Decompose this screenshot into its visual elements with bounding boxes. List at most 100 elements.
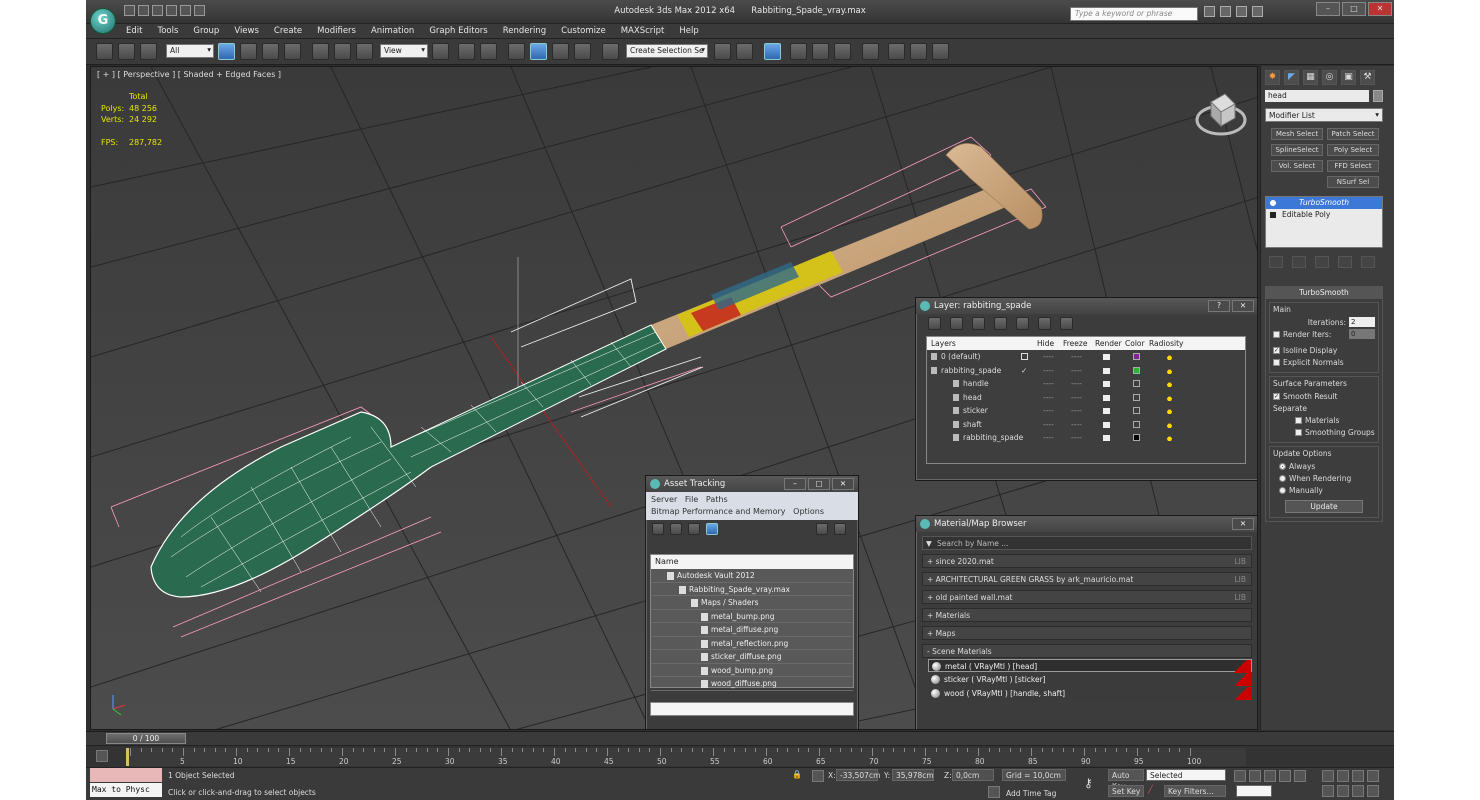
- layer-name[interactable]: head: [963, 391, 982, 405]
- render-iters-checkbox[interactable]: [1273, 330, 1280, 338]
- mini-curve-editor-icon[interactable]: [96, 750, 108, 762]
- menu-edit[interactable]: Edit: [126, 26, 142, 36]
- asset-menu-options[interactable]: Options: [793, 507, 824, 516]
- asset-row[interactable]: wood_bump.png: [651, 664, 853, 677]
- pan-icon[interactable]: [1337, 785, 1349, 797]
- help-icon[interactable]: [1252, 6, 1263, 17]
- material-close-button[interactable]: ✕: [1232, 518, 1254, 530]
- unlink-icon[interactable]: [118, 43, 135, 60]
- radiosity-icon[interactable]: [1165, 393, 1174, 401]
- z-coordinate-field[interactable]: 0,0cm: [952, 769, 994, 781]
- menu-rendering[interactable]: Rendering: [503, 26, 546, 36]
- asset-close-button[interactable]: ✕: [832, 478, 854, 490]
- rendered-frame-window-icon[interactable]: [910, 43, 927, 60]
- library-row[interactable]: + Materials: [922, 608, 1252, 622]
- zoom-all-icon[interactable]: [1337, 770, 1349, 782]
- ffd-select-button[interactable]: FFD Select: [1327, 160, 1379, 172]
- layer-freeze-toggle[interactable]: ----: [1071, 404, 1082, 418]
- layer-color-swatch[interactable]: [1133, 380, 1140, 387]
- key-icon[interactable]: ⚷: [1084, 776, 1096, 790]
- menu-help[interactable]: Help: [679, 26, 698, 36]
- library-row[interactable]: + since 2020.mat LIB: [922, 554, 1252, 568]
- expand-icon[interactable]: [1270, 212, 1276, 218]
- app-logo-icon[interactable]: G: [90, 8, 116, 34]
- lightbulb-icon[interactable]: [1270, 200, 1276, 206]
- object-color-swatch[interactable]: [1373, 90, 1383, 102]
- layer-freeze-toggle[interactable]: ----: [1071, 364, 1082, 378]
- time-slider[interactable]: 0 / 100: [106, 733, 186, 744]
- material-editor-icon[interactable]: [862, 43, 879, 60]
- update-button[interactable]: Update: [1285, 500, 1363, 513]
- add-time-tag[interactable]: Add Time Tag: [1006, 789, 1056, 798]
- snaps-toggle-icon[interactable]: [508, 43, 525, 60]
- layer-hide-toggle[interactable]: ----: [1043, 391, 1054, 405]
- zoom-icon[interactable]: [1322, 770, 1334, 782]
- keyboard-shortcut-icon[interactable]: [480, 43, 497, 60]
- freeze-all-icon[interactable]: [1060, 317, 1073, 330]
- layer-row[interactable]: rabbiting_spade ---- ---- ✓: [927, 364, 1245, 378]
- layer-manager-icon[interactable]: [764, 43, 781, 60]
- smooth-result-checkbox[interactable]: ✓: [1273, 392, 1280, 400]
- library-row[interactable]: + ARCHITECTURAL GREEN GRASS by ark_mauri…: [922, 572, 1252, 586]
- layer-close-button[interactable]: ✕: [1232, 300, 1254, 312]
- options-arrow-icon[interactable]: ▼: [926, 537, 932, 550]
- asset-row[interactable]: wood_diffuse.png: [651, 677, 853, 691]
- select-in-layer-icon[interactable]: [994, 317, 1007, 330]
- radiosity-icon[interactable]: [1165, 353, 1174, 360]
- remove-modifier-icon[interactable]: [1338, 256, 1352, 268]
- scene-material-row[interactable]: wood ( VRayMtl ) [handle, shaft]: [928, 687, 1252, 700]
- explicit-normals-checkbox[interactable]: [1273, 358, 1280, 366]
- minimize-button[interactable]: –: [1316, 2, 1340, 16]
- table-view-icon[interactable]: [706, 523, 718, 535]
- modifier-list-dropdown[interactable]: Modifier List: [1265, 108, 1383, 122]
- pivot-center-icon[interactable]: [432, 43, 449, 60]
- layer-name[interactable]: handle: [963, 377, 989, 391]
- mesh-select-button[interactable]: Mesh Select: [1271, 128, 1323, 140]
- set-key-icon[interactable]: ╱: [1148, 785, 1160, 797]
- col-render[interactable]: Render: [1095, 337, 1125, 350]
- menu-create[interactable]: Create: [274, 26, 302, 36]
- spinner-snap-icon[interactable]: [574, 43, 591, 60]
- current-frame-field[interactable]: [1236, 785, 1272, 797]
- layer-freeze-toggle[interactable]: ----: [1071, 418, 1082, 432]
- rect-selection-icon[interactable]: [262, 43, 279, 60]
- layer-hide-toggle[interactable]: ----: [1043, 377, 1054, 391]
- bind-space-warp-icon[interactable]: [140, 43, 157, 60]
- menu-maxscript[interactable]: MAXScript: [621, 26, 665, 36]
- highlight-layer-icon[interactable]: [1016, 317, 1029, 330]
- layer-color-swatch[interactable]: [1133, 393, 1140, 401]
- close-button[interactable]: ✕: [1368, 2, 1392, 16]
- asset-row[interactable]: Rabbiting_Spade_vray.max: [651, 583, 853, 596]
- render-teapot-icon[interactable]: [1103, 394, 1110, 401]
- asset-menu-file[interactable]: File: [685, 495, 698, 504]
- play-icon[interactable]: [1264, 770, 1276, 782]
- add-to-layer-icon[interactable]: [972, 317, 985, 330]
- add-time-tag-icon[interactable]: [988, 786, 1000, 798]
- render-production-icon[interactable]: [932, 43, 949, 60]
- radiosity-icon[interactable]: [1165, 407, 1174, 414]
- favorites-star-icon[interactable]: [1236, 6, 1247, 17]
- ref-coord-dropdown[interactable]: View: [380, 44, 428, 58]
- help-button[interactable]: ?: [1208, 300, 1230, 312]
- hierarchy-tab-icon[interactable]: ▦: [1303, 70, 1318, 85]
- make-unique-icon[interactable]: [1315, 256, 1329, 268]
- menu-group[interactable]: Group: [193, 26, 219, 36]
- viewport-label[interactable]: [ + ] [ Perspective ] [ Shaded + Edged F…: [97, 70, 281, 79]
- col-layers[interactable]: Layers: [927, 337, 1037, 350]
- menu-customize[interactable]: Customize: [561, 26, 606, 36]
- configure-sets-icon[interactable]: [1361, 256, 1375, 268]
- active-layer-check-icon[interactable]: ✓: [1021, 364, 1027, 378]
- asset-path-field[interactable]: [650, 702, 854, 716]
- perspective-viewport[interactable]: [ + ] [ Perspective ] [ Shaded + Edged F…: [90, 66, 1258, 730]
- material-search-input[interactable]: ▼ Search by Name ...: [922, 536, 1252, 550]
- render-teapot-icon[interactable]: [1103, 354, 1110, 360]
- menu-graph-editors[interactable]: Graph Editors: [429, 26, 487, 36]
- current-layer-box-icon[interactable]: [1021, 353, 1028, 360]
- when-rendering-radio[interactable]: [1279, 474, 1286, 482]
- layer-row[interactable]: sticker ---- ----: [927, 404, 1245, 418]
- radiosity-icon[interactable]: [1165, 366, 1174, 374]
- layer-row[interactable]: shaft ---- ----: [927, 418, 1245, 432]
- curve-editor-icon[interactable]: [812, 43, 829, 60]
- layer-row[interactable]: 0 (default) ---- ----: [927, 350, 1245, 364]
- turbosmooth-rollout-header[interactable]: TurboSmooth: [1266, 287, 1382, 299]
